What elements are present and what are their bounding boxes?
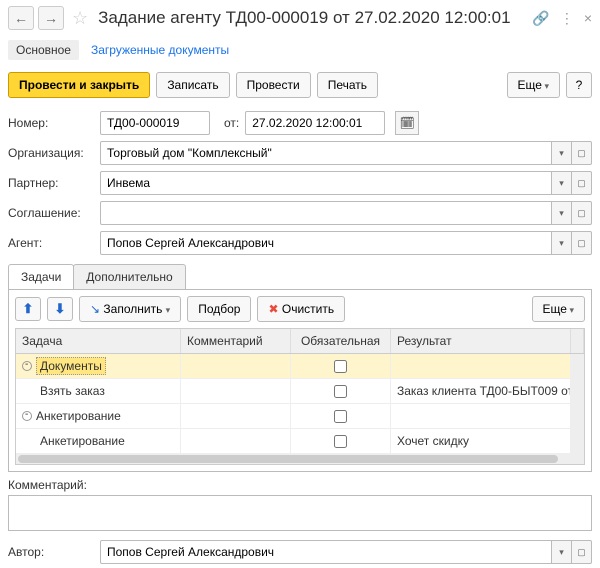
select-button[interactable]: Подбор [187, 296, 251, 322]
more-menu-icon[interactable]: ⋮ [560, 10, 574, 27]
result-cell: Хочет скидку [391, 429, 571, 453]
grid-more-button[interactable]: Еще [532, 296, 585, 322]
agent-open-button[interactable]: ▢ [572, 231, 592, 255]
author-dropdown-button[interactable]: ▾ [552, 540, 572, 564]
agreement-input[interactable] [100, 201, 552, 225]
calendar-icon: 🗓 [400, 116, 415, 130]
comment-cell [181, 379, 291, 403]
comment-cell [181, 429, 291, 453]
author-input[interactable] [100, 540, 552, 564]
number-input[interactable] [100, 111, 210, 135]
agent-input[interactable] [100, 231, 552, 255]
post-and-close-button[interactable]: Провести и закрыть [8, 72, 150, 98]
print-button[interactable]: Печать [317, 72, 378, 98]
table-row[interactable]: Анкетирование [16, 404, 584, 429]
view-tab-main[interactable]: Основное [8, 40, 79, 60]
tasks-grid: Задача Комментарий Обязательная Результа… [15, 328, 585, 465]
grid-header-comment[interactable]: Комментарий [181, 329, 291, 353]
clear-button[interactable]: ✖ Очистить [257, 296, 345, 322]
calendar-button[interactable]: 🗓 [395, 111, 419, 135]
mandatory-checkbox[interactable] [334, 360, 347, 373]
org-input[interactable] [100, 141, 552, 165]
mandatory-cell [291, 404, 391, 428]
fill-icon: ↘ [90, 302, 100, 316]
author-open-button[interactable]: ▢ [572, 540, 592, 564]
agreement-label: Соглашение: [8, 206, 94, 220]
grid-scrollbar-h[interactable] [16, 454, 584, 464]
favorite-star-icon[interactable]: ☆ [72, 8, 88, 29]
grid-header-mandatory[interactable]: Обязательная [291, 329, 391, 353]
tab-additional[interactable]: Дополнительно [73, 264, 185, 289]
move-up-button[interactable]: ⬆ [15, 297, 41, 321]
table-row[interactable]: Взять заказ Заказ клиента ТД00-БЫТ009 от … [16, 379, 584, 404]
date-input[interactable] [245, 111, 385, 135]
partner-label: Партнер: [8, 176, 94, 190]
partner-open-button[interactable]: ▢ [572, 171, 592, 195]
nav-forward-button[interactable]: → [38, 6, 64, 30]
comment-cell [181, 354, 291, 378]
post-button[interactable]: Провести [236, 72, 311, 98]
arrow-up-icon: ⬆ [23, 301, 34, 317]
task-cell: Документы [36, 357, 106, 375]
org-label: Организация: [8, 146, 94, 160]
more-button[interactable]: Еще [507, 72, 560, 98]
move-down-button[interactable]: ⬇ [47, 297, 73, 321]
partner-input[interactable] [100, 171, 552, 195]
result-cell [391, 404, 571, 428]
partner-dropdown-button[interactable]: ▾ [552, 171, 572, 195]
comment-textarea[interactable] [8, 495, 592, 531]
page-title: Задание агенту ТД00-000019 от 27.02.2020… [98, 8, 528, 28]
group-expand-icon[interactable] [22, 411, 32, 421]
close-icon[interactable]: × [584, 10, 592, 26]
group-expand-icon[interactable] [22, 361, 32, 371]
arrow-down-icon: ⬇ [55, 301, 66, 317]
org-dropdown-button[interactable]: ▾ [552, 141, 572, 165]
task-cell: Анкетирование [40, 434, 125, 448]
grid-scrollbar-v[interactable] [571, 329, 584, 353]
comment-cell [181, 404, 291, 428]
agent-label: Агент: [8, 236, 94, 250]
help-button[interactable]: ? [566, 72, 592, 98]
mandatory-cell [291, 379, 391, 403]
fill-button[interactable]: ↘ Заполнить ▾ [79, 296, 181, 322]
link-icon[interactable]: 🔗 [532, 10, 549, 27]
tab-tasks[interactable]: Задачи [8, 264, 74, 289]
author-label: Автор: [8, 545, 94, 559]
grid-header-task[interactable]: Задача [16, 329, 181, 353]
agreement-dropdown-button[interactable]: ▾ [552, 201, 572, 225]
task-cell: Взять заказ [40, 384, 105, 398]
mandatory-checkbox[interactable] [334, 435, 347, 448]
agent-dropdown-button[interactable]: ▾ [552, 231, 572, 255]
org-open-button[interactable]: ▢ [572, 141, 592, 165]
mandatory-cell [291, 354, 391, 378]
from-label: от: [224, 116, 239, 130]
mandatory-checkbox[interactable] [334, 385, 347, 398]
task-cell: Анкетирование [36, 409, 121, 423]
nav-back-button[interactable]: ← [8, 6, 34, 30]
result-cell: Заказ клиента ТД00-БЫТ009 от 27.02.202 [391, 379, 571, 403]
mandatory-checkbox[interactable] [334, 410, 347, 423]
number-label: Номер: [8, 116, 94, 130]
mandatory-cell [291, 429, 391, 453]
view-tab-uploaded[interactable]: Загруженные документы [91, 43, 229, 57]
table-row[interactable]: Анкетирование Хочет скидку [16, 429, 584, 454]
clear-icon: ✖ [268, 302, 278, 316]
result-cell [391, 354, 571, 378]
comment-label: Комментарий: [8, 478, 592, 492]
grid-header-result[interactable]: Результат [391, 329, 571, 353]
save-button[interactable]: Записать [156, 72, 229, 98]
agreement-open-button[interactable]: ▢ [572, 201, 592, 225]
table-row[interactable]: Документы [16, 354, 584, 379]
